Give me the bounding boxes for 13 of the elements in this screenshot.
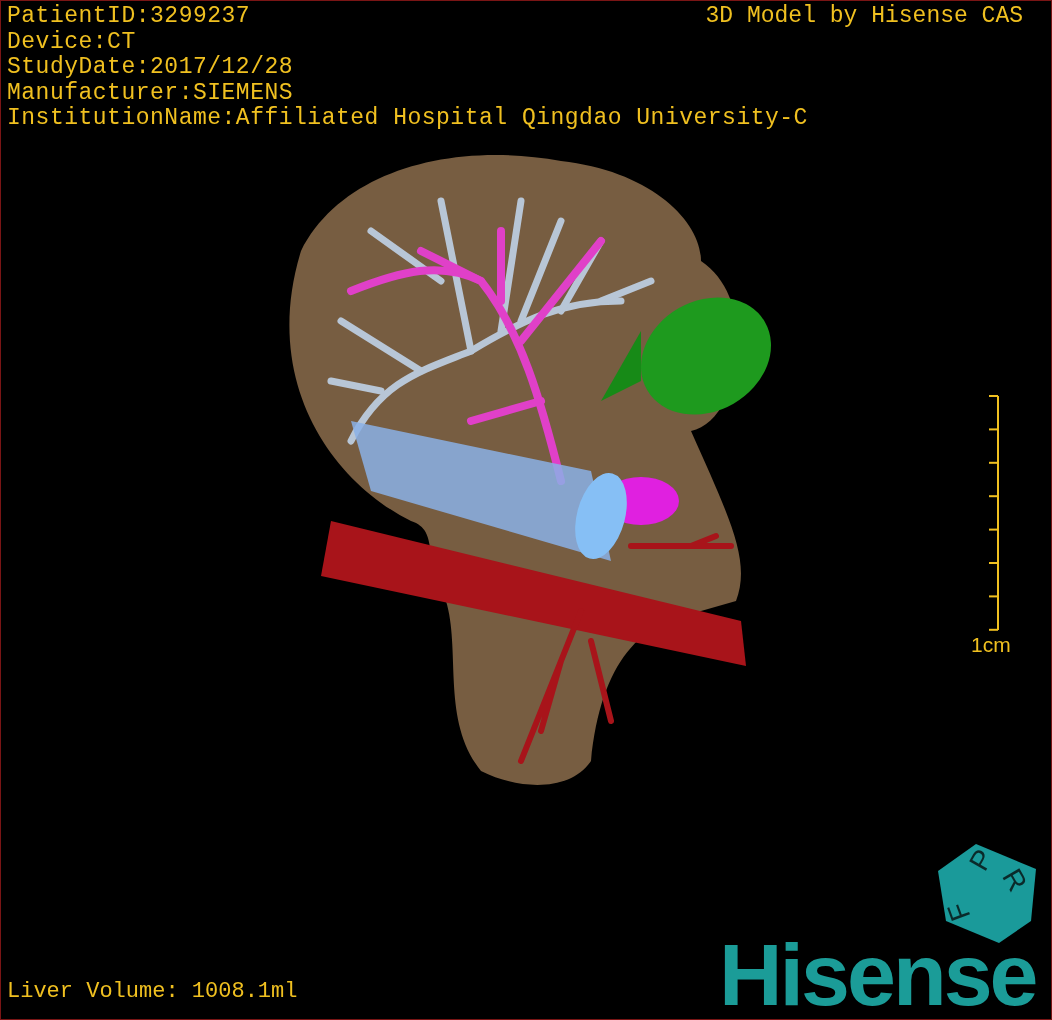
viewer-title: 3D Model by Hisense CAS [705,3,1023,29]
brand-logo: Hisense [719,935,1036,1015]
patient-info-text: PatientID:3299237 [7,4,251,30]
patient-info-text: StudyDate:2017/12/28 [7,55,294,81]
scale-label: 1cm [971,633,1011,657]
cube-face-label: F [941,898,977,926]
patient-info-text: InstitutionName:Affiliated Hospital Qingdao University-C [7,106,808,132]
patient-info-text: Device:CT [7,29,136,55]
scale-bar-icon [988,395,999,631]
orientation-cube-icon[interactable] [938,844,1036,943]
3d-viewport[interactable]: PatientID:3299237 3D Model by Hisense CAS Device:CT StudyDate:2017/12/28 Manufacturer:SIEMENS InstitutionName:Affiliated Hospital Qingdao University-C 1cm P R F Liver Volume: 1008.1ml Hisense [0,0,1052,1020]
liver-volume-text: Liver Volume: 1008.1ml [7,979,298,1004]
patient-info-text: Manufacturer:SIEMENS [7,80,294,106]
